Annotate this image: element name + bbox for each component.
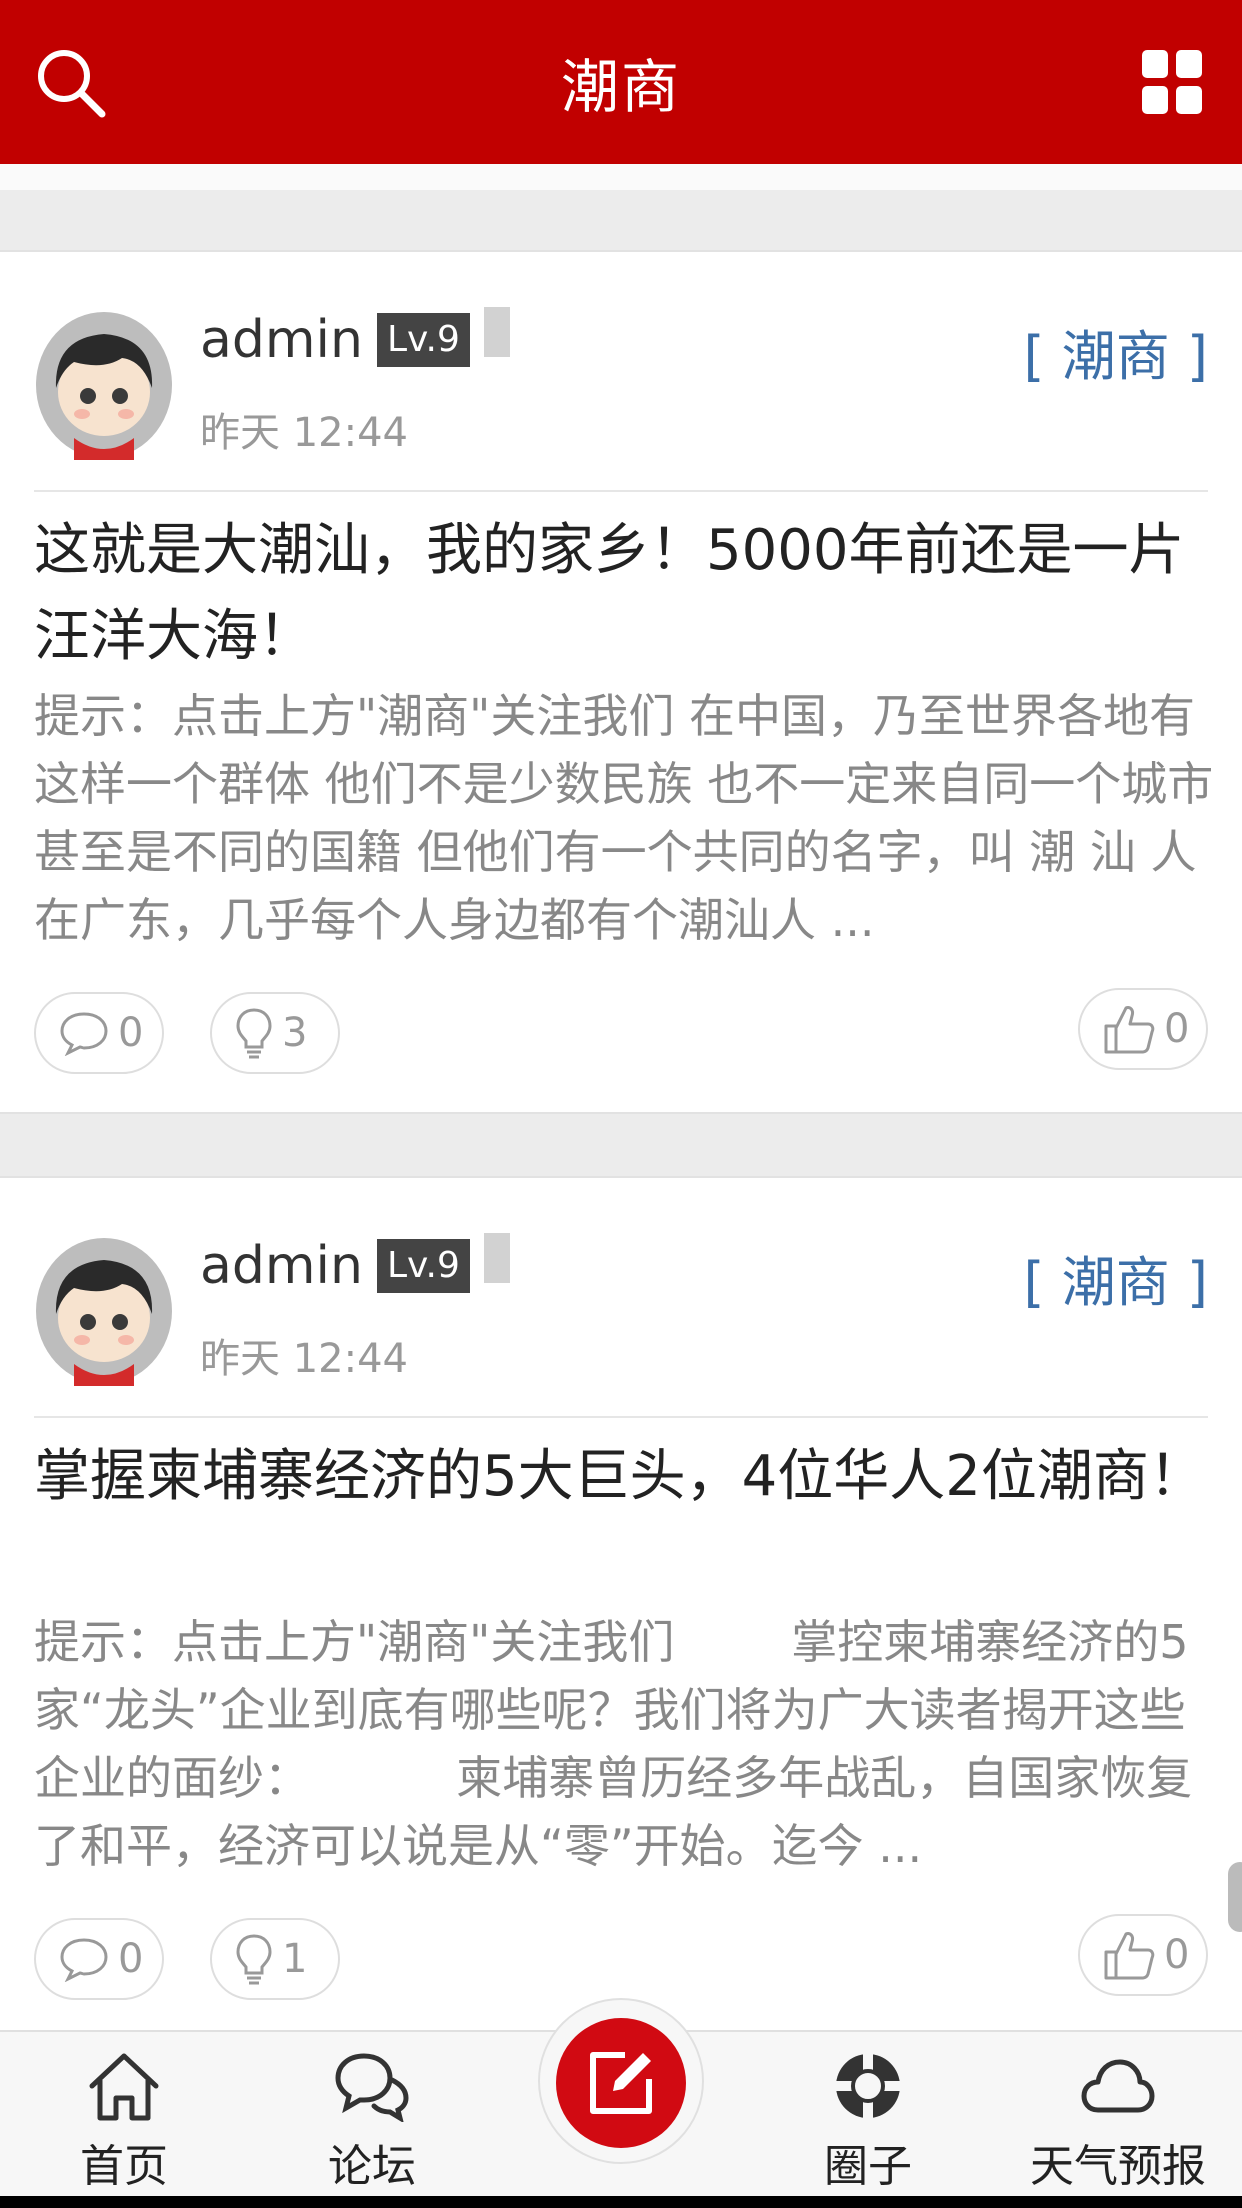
nav-circle[interactable]: 圈子 [778,2050,958,2194]
badge-placeholder [483,1233,510,1283]
level-badge: Lv.9 [376,313,470,367]
chat-bubbles-icon [335,2053,409,2124]
scroll-handle[interactable] [1228,1862,1242,1932]
nav-weather[interactable]: 天气预报 [1028,2050,1208,2194]
comment-count: 0 [118,1936,144,1982]
author-name[interactable]: admin [200,1236,363,1296]
lifebuoy-icon [836,2054,900,2118]
like-count: 0 [1164,1006,1190,1052]
post-card[interactable]: admin Lv.9 昨天 12:44 [ 潮商 ] 掌握柬埔寨经济的5大巨头，… [0,1176,1242,2040]
author-name[interactable]: admin [200,310,363,370]
thumbs-up-icon [1104,1006,1155,1054]
header-shadow-strip [0,164,1242,190]
view-button[interactable]: 1 [210,1918,340,2000]
post-excerpt: 提示：点击上方"潮商"关注我们 掌控柬埔寨经济的5家“龙头”企业到底有哪些呢？我… [34,1615,1193,1873]
avatar[interactable] [34,310,174,460]
post-title[interactable]: 这就是大潮汕，我的家乡！5000年前还是一片汪洋大海！ [34,508,1214,680]
divider [34,490,1208,492]
post-author: admin Lv.9 [200,307,510,370]
comment-count: 0 [118,1010,144,1056]
lightbulb-icon [236,1008,272,1059]
thumbs-up-icon [1104,1932,1155,1980]
comment-button[interactable]: 0 [34,992,164,1074]
nav-home-label: 首页 [80,2141,168,2192]
view-count: 3 [282,1010,308,1056]
edit-icon [590,2052,652,2114]
post-author: admin Lv.9 [200,1233,510,1296]
post-category-tag[interactable]: [ 潮商 ] [1024,312,1208,391]
cloud-icon [1081,2059,1155,2113]
compose-button[interactable] [556,2018,686,2148]
view-count: 1 [282,1936,308,1982]
view-button[interactable]: 3 [210,992,340,1074]
badge-placeholder [483,307,510,357]
home-icon [89,2053,159,2121]
like-count: 0 [1164,1932,1190,1978]
avatar[interactable] [34,1236,174,1386]
nav-forum-label: 论坛 [328,2141,416,2192]
grid-menu-icon[interactable] [1142,50,1202,114]
lightbulb-icon [236,1934,272,1985]
screen-bottom-edge [0,2196,1242,2208]
comment-button[interactable]: 0 [34,1918,164,2000]
page-title: 潮商 [560,53,681,121]
search-icon[interactable] [32,44,112,124]
comment-icon [60,1012,108,1056]
nav-home[interactable]: 首页 [34,2050,214,2194]
post-title[interactable]: 掌握柬埔寨经济的5大巨头，4位华人2位潮商！ [34,1434,1214,1520]
nav-circle-label: 圈子 [824,2141,912,2192]
like-button[interactable]: 0 [1078,988,1208,1070]
divider [34,1416,1208,1418]
post-category-tag[interactable]: [ 潮商 ] [1024,1238,1208,1317]
post-excerpt: 提示：点击上方"潮商"关注我们 在中国，乃至世界各地有这样一个群体 他们不是少数… [34,689,1228,947]
nav-forum[interactable]: 论坛 [282,2050,462,2194]
post-time: 昨天 12:44 [200,410,408,456]
nav-weather-label: 天气预报 [1030,2141,1206,2192]
post-card[interactable]: admin Lv.9 昨天 12:44 [ 潮商 ] 这就是大潮汕，我的家乡！5… [0,250,1242,1114]
app-header: 潮商 [0,0,1242,164]
post-time: 昨天 12:44 [200,1336,408,1382]
level-badge: Lv.9 [376,1239,470,1293]
comment-icon [60,1938,108,1982]
like-button[interactable]: 0 [1078,1914,1208,1996]
